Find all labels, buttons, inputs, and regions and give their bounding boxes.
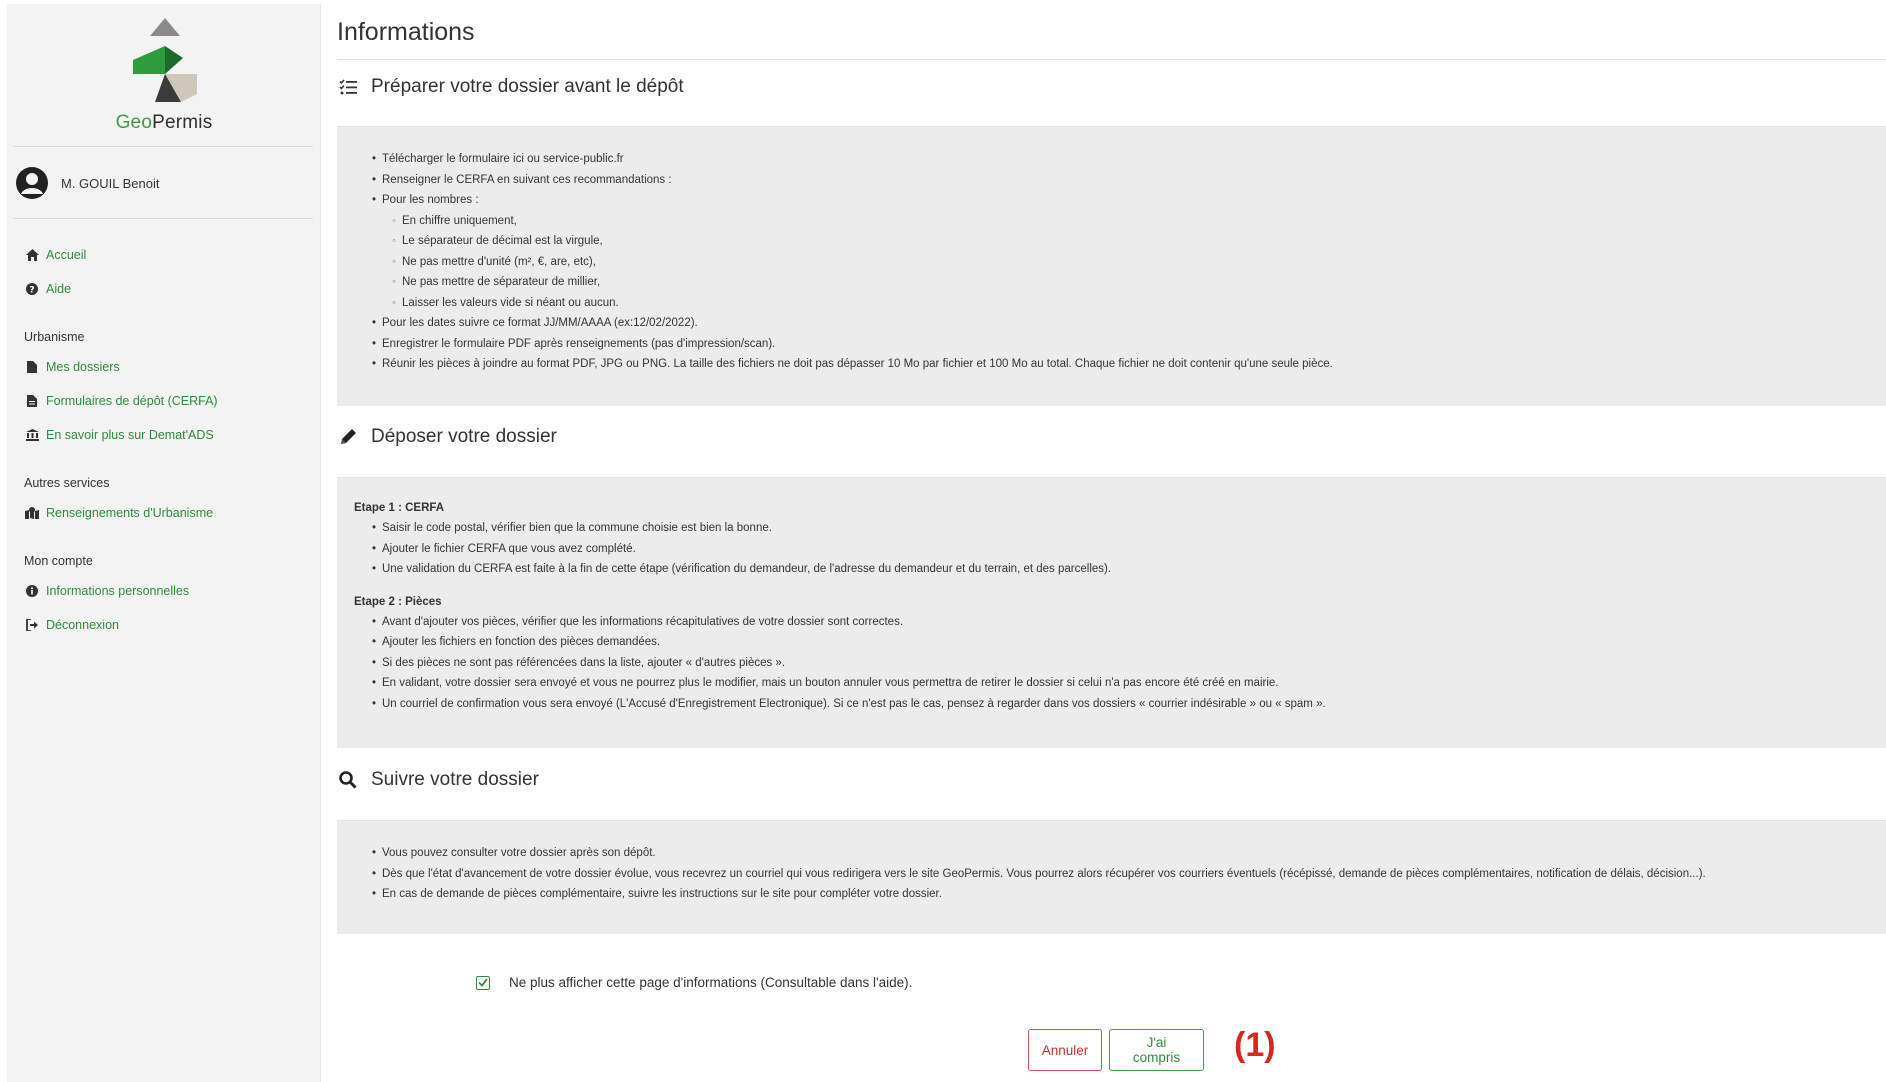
sign-out-icon: [24, 619, 40, 631]
brand-name: GeoPermis: [7, 112, 321, 134]
section-title: Suivre votre dossier: [371, 769, 539, 790]
divider: [337, 59, 1886, 60]
list-item: Ajouter le fichier CERFA que vous avez c…: [372, 539, 1886, 560]
dont-show-again-label[interactable]: Ne plus afficher cette page d'informatio…: [509, 975, 912, 990]
sub-list-item: Laisser les valeurs vide si néant ou auc…: [392, 293, 1886, 314]
sidebar-item-label: Informations personnelles: [46, 584, 190, 598]
sub-list-item: Ne pas mettre de séparateur de millier,: [392, 272, 1886, 293]
sidebar-item-aide[interactable]: ? Aide: [24, 272, 314, 306]
brand-geo: Geo: [115, 112, 153, 133]
list-item: Un courriel de confirmation vous sera en…: [372, 694, 1886, 715]
step-title: Etape 1 : CERFA: [354, 502, 445, 514]
nav-section-mon-compte: Mon compte: [24, 554, 93, 568]
file-icon: [24, 361, 40, 373]
nav-section-autres-services: Autres services: [24, 476, 110, 490]
sidebar-item-accueil[interactable]: Accueil: [24, 238, 314, 272]
main-content: Informations Préparer votre dossier avan…: [337, 0, 1886, 1082]
panel-prepare: Télécharger le formulaire ici ou service…: [337, 126, 1886, 406]
divider: [13, 146, 313, 147]
user-avatar-icon: [16, 167, 48, 199]
user-profile: M. GOUIL Benoit: [15, 162, 160, 204]
panel-deposer: Etape 1 : CERFA Saisir le code postal, v…: [337, 477, 1886, 748]
list-item: Télécharger le formulaire ici ou service…: [372, 149, 1886, 170]
sidebar-item-renseignements[interactable]: Renseignements d'Urbanisme: [24, 496, 314, 530]
sidebar-item-label: Aide: [46, 282, 72, 296]
search-icon: [337, 769, 359, 791]
divider: [13, 218, 313, 219]
bank-icon: [24, 429, 40, 441]
section-deposer-header: Déposer votre dossier: [337, 426, 557, 448]
dont-show-again-checkbox[interactable]: [476, 975, 490, 990]
pencil-icon: [337, 426, 359, 448]
user-name: M. GOUIL Benoit: [61, 175, 160, 191]
list-item: Vous pouvez consulter votre dossier aprè…: [372, 843, 1886, 864]
section-title: Déposer votre dossier: [371, 426, 557, 447]
sidebar-item-formulaires[interactable]: Formulaires de dépôt (CERFA): [24, 384, 314, 418]
checkmark-icon: [478, 978, 488, 987]
sublist-wrapper: En chiffre uniquement, Le séparateur de …: [382, 211, 1886, 314]
sidebar-nav: Accueil ? Aide Urbanisme Mes dossiers Fo…: [24, 238, 314, 642]
list-item: Pour les dates suivre ce format JJ/MM/AA…: [372, 313, 1886, 334]
list-item: En cas de demande de pièces complémentai…: [372, 884, 1886, 905]
section-suivre-header: Suivre votre dossier: [337, 769, 539, 791]
list-item: Si des pièces ne sont pas référencées da…: [372, 653, 1886, 674]
sidebar-item-label: Formulaires de dépôt (CERFA): [46, 394, 218, 408]
list-item: Saisir le code postal, vérifier bien que…: [372, 518, 1886, 539]
list-item: Ajouter les fichiers en fonction des piè…: [372, 632, 1886, 653]
sidebar-item-label: Renseignements d'Urbanisme: [46, 506, 214, 520]
list-item: Une validation du CERFA est faite à la f…: [372, 559, 1886, 580]
sidebar-item-label: Mes dossiers: [46, 360, 120, 374]
sub-list-item: En chiffre uniquement,: [392, 211, 1886, 232]
sidebar: GeoPermis M. GOUIL Benoit Accueil ? Aide…: [7, 4, 321, 1082]
annotation-label: (1): [1234, 1026, 1276, 1064]
brand-permis: Permis: [152, 112, 213, 133]
sidebar-item-demat-ads[interactable]: En savoir plus sur Demat'ADS: [24, 418, 314, 452]
list-item: Renseigner le CERFA en suivant ces recom…: [372, 170, 1886, 191]
svg-text:?: ?: [29, 286, 34, 296]
home-icon: [24, 249, 40, 261]
map-marker-icon: [24, 507, 40, 519]
info-circle-icon: [24, 585, 40, 597]
question-circle-icon: ?: [24, 283, 40, 295]
logo[interactable]: GeoPermis: [7, 12, 321, 136]
sidebar-item-label: Accueil: [46, 248, 87, 262]
sidebar-item-informations-personnelles[interactable]: Informations personnelles: [24, 574, 314, 608]
cancel-button[interactable]: Annuler: [1028, 1029, 1102, 1071]
sub-list-item: Ne pas mettre d'unité (m², €, are, etc),: [392, 252, 1886, 273]
sub-list-item: Le séparateur de décimal est la virgule,: [392, 231, 1886, 252]
list-item: Réunir les pièces à joindre au format PD…: [372, 354, 1886, 375]
list-item: En validant, votre dossier sera envoyé e…: [372, 673, 1886, 694]
dont-show-again-row: Ne plus afficher cette page d'informatio…: [476, 975, 912, 990]
understood-button[interactable]: J'ai compris: [1109, 1029, 1204, 1071]
section-title: Préparer votre dossier avant le dépôt: [371, 76, 684, 97]
checklist-icon: [337, 76, 359, 98]
list-item: Dès que l'état d'avancement de votre dos…: [372, 864, 1886, 885]
sidebar-item-label: En savoir plus sur Demat'ADS: [46, 428, 214, 442]
list-item: Pour les nombres :: [372, 190, 1886, 211]
nav-section-urbanisme: Urbanisme: [24, 330, 85, 344]
sidebar-item-deconnexion[interactable]: Déconnexion: [24, 608, 314, 642]
sidebar-item-label: Déconnexion: [46, 618, 119, 632]
file-text-icon: [24, 395, 40, 407]
page-title: Informations: [337, 18, 475, 46]
list-item: Enregistrer le formulaire PDF après rens…: [372, 334, 1886, 355]
panel-suivre: Vous pouvez consulter votre dossier aprè…: [337, 820, 1886, 934]
list-item: Avant d'ajouter vos pièces, vérifier que…: [372, 612, 1886, 633]
section-prepare-header: Préparer votre dossier avant le dépôt: [337, 76, 684, 98]
step-title: Etape 2 : Pièces: [354, 595, 442, 608]
sidebar-item-mes-dossiers[interactable]: Mes dossiers: [24, 350, 314, 384]
download-text-start[interactable]: Télécharger le formulaire ici ou service…: [382, 153, 624, 165]
geopermis-logo-icon: [133, 18, 197, 102]
